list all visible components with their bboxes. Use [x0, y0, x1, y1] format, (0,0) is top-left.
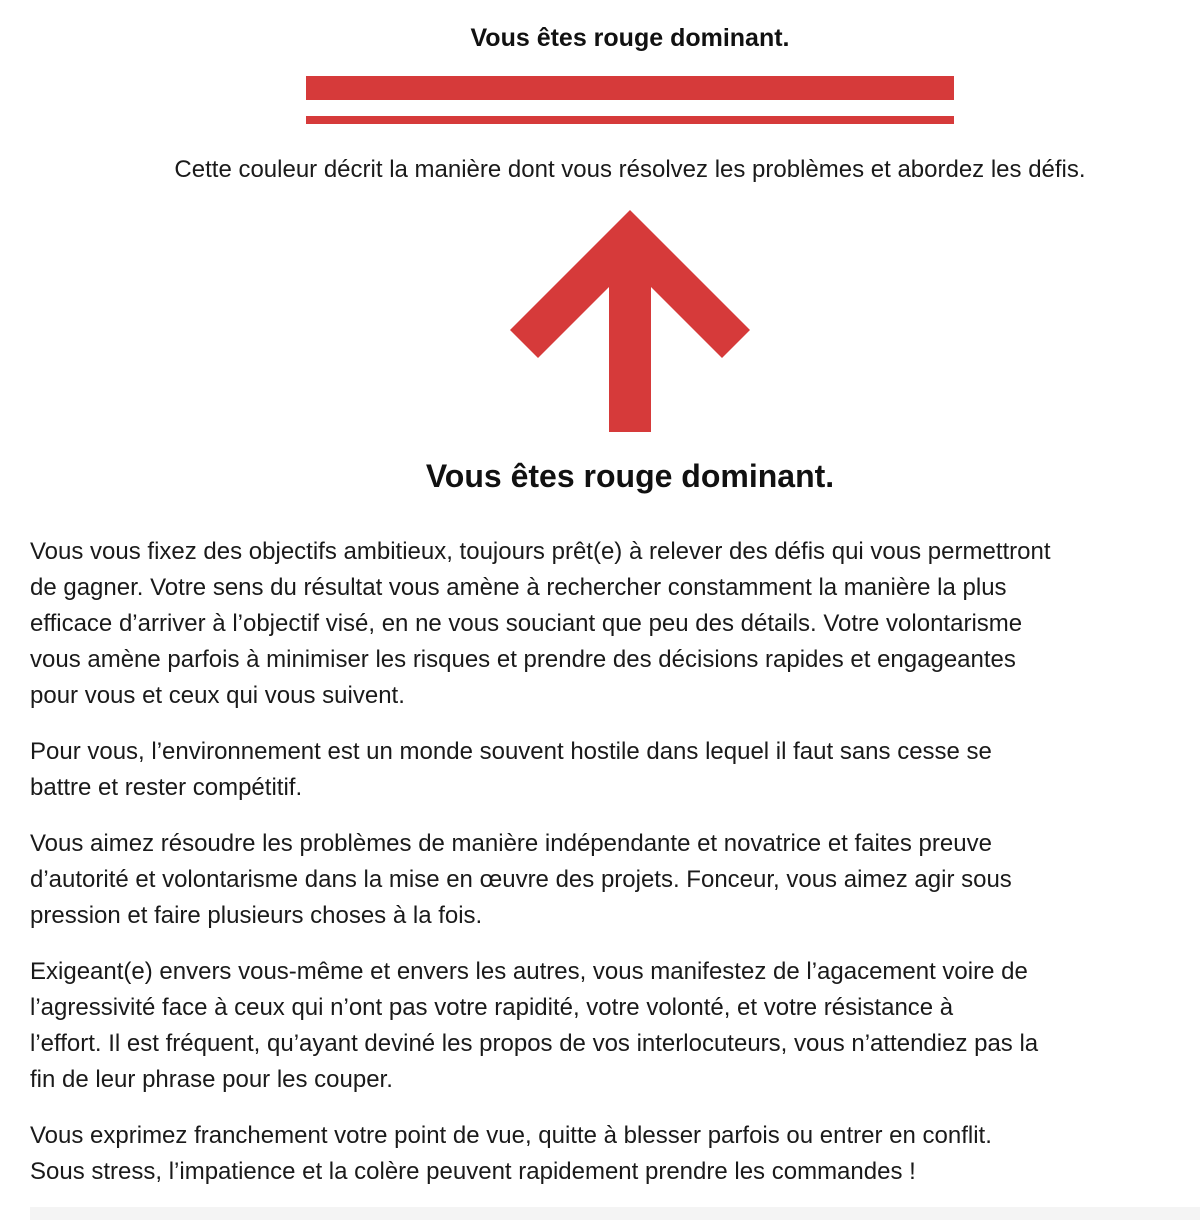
red-bar-thin [306, 116, 954, 124]
text-line: Vous aimez résoudre les problèmes de man… [30, 830, 992, 857]
next-section-edge [30, 1207, 1200, 1220]
text-line: Exigeant(e) envers vous-même et envers l… [30, 958, 1028, 985]
color-description: Cette couleur décrit la manière dont vou… [174, 156, 1086, 183]
text-line: fin de leur phrase pour les couper. [30, 1066, 393, 1093]
red-color-bars [306, 76, 954, 124]
text-line: pour vous et ceux qui vous suivent. [30, 682, 405, 709]
profile-description: Vous vous fixez des objectifs ambitieux,… [30, 534, 1200, 1210]
red-bar-thick [306, 76, 954, 100]
text-line: efficace d’arriver à l’objectif visé, en… [30, 610, 1023, 637]
page-title: Vous êtes rouge dominant. [470, 24, 790, 52]
section-title: Vous êtes rouge dominant. [425, 458, 835, 494]
paragraph: Vous exprimez franchement votre point de… [30, 1118, 1200, 1190]
text-line: l’effort. Il est fréquent, qu’ayant devi… [30, 1030, 1039, 1057]
paragraph: Vous vous fixez des objectifs ambitieux,… [30, 534, 1200, 714]
paragraph: Vous aimez résoudre les problèmes de man… [30, 826, 1200, 934]
text-line: Sous stress, l’impatience et la colère p… [30, 1158, 916, 1185]
arrow-up-icon [510, 210, 750, 432]
paragraph: Pour vous, l’environnement est un monde … [30, 734, 1200, 806]
text-line: vous amène parfois à minimiser les risqu… [30, 646, 1016, 673]
text-line: Pour vous, l’environnement est un monde … [30, 738, 992, 765]
paragraph: Exigeant(e) envers vous-même et envers l… [30, 954, 1200, 1098]
text-line: d’autorité et volontarisme dans la mise … [30, 866, 1012, 893]
text-line: Vous exprimez franchement votre point de… [30, 1122, 992, 1149]
text-line: de gagner. Votre sens du résultat vous a… [30, 574, 1007, 601]
text-line: Vous vous fixez des objectifs ambitieux,… [30, 538, 1051, 565]
text-line: battre et rester compétitif. [30, 774, 303, 801]
text-line: l’agressivité face à ceux qui n’ont pas … [30, 994, 954, 1021]
text-line: pression et faire plusieurs choses à la … [30, 902, 483, 929]
